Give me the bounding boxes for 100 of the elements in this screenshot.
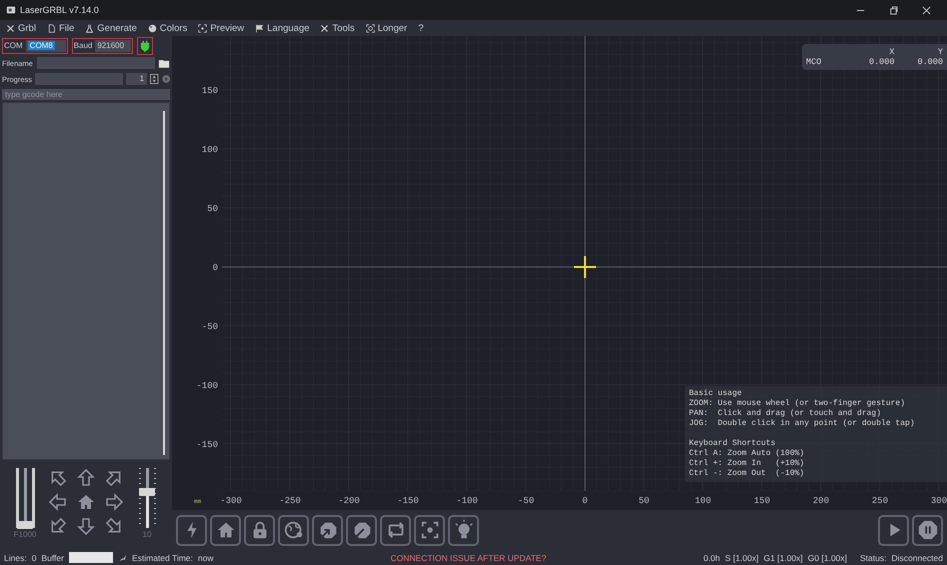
axis-tick-label: -100: [456, 496, 478, 506]
help-text: JOG: Double click in any point (or double tap): [689, 419, 916, 429]
lines-label: Lines:: [4, 552, 27, 562]
speed-override: S [1.00x]: [725, 552, 759, 562]
help-text: PAN: Click and drag (or touch and drag): [689, 409, 882, 419]
axis-tick-label: 200: [812, 496, 830, 506]
home-icon[interactable]: [76, 492, 96, 512]
toolbar-button[interactable]: [244, 514, 275, 546]
time-value: 0.0h: [703, 552, 720, 562]
step-slider-thumb[interactable]: [139, 488, 155, 496]
help-text: Basic usage: [689, 389, 743, 399]
baud-dropdown[interactable]: 921600: [95, 40, 132, 52]
spinner-arrows-icon[interactable]: [150, 74, 159, 84]
scrollbar[interactable]: [163, 111, 165, 455]
help-text: ZOOM: Use mouse wheel (or two-finger gesture): [689, 399, 906, 409]
x-value: 0.000: [868, 57, 894, 67]
axis-tick-label: 100: [202, 145, 218, 155]
jog-arrow-icon[interactable]: [76, 468, 96, 488]
step-size-label: 10: [142, 530, 152, 539]
restore-icon[interactable]: [889, 6, 898, 14]
count-spinner[interactable]: 1: [126, 73, 148, 85]
menu-item[interactable]: Longer: [366, 22, 408, 34]
flag-icon: [255, 24, 264, 32]
axis-tick-label: -50: [518, 496, 534, 506]
crosshair-icon: [573, 255, 597, 279]
pause-button[interactable]: [912, 514, 943, 546]
menu-item[interactable]: File: [46, 22, 74, 34]
g0-override: G0 [1.00x]: [808, 552, 848, 562]
plug-icon[interactable]: [137, 36, 154, 54]
play-icon[interactable]: [162, 74, 170, 84]
axis-tick-label: 50: [638, 496, 650, 506]
toolbar-button[interactable]: [210, 514, 241, 546]
axis-tick-label: 150: [202, 86, 218, 96]
com-label: COM: [4, 41, 23, 50]
axis-tick-label: -150: [397, 496, 419, 506]
estimated-time-value: now: [198, 552, 214, 562]
folder-icon[interactable]: [158, 58, 170, 68]
toolbar-button[interactable]: [380, 514, 411, 546]
axis-tick-label: 0: [582, 496, 588, 506]
app-logo-icon: [6, 5, 16, 15]
y-value: 0.000: [916, 57, 943, 67]
buffer-label: Buffer: [41, 552, 64, 562]
light-bulb-icon: [452, 519, 474, 541]
document-icon: [46, 24, 56, 32]
feed-rate-label: F1000: [14, 530, 36, 539]
update-warning-link[interactable]: CONNECTION ISSUE AFTER UPDATE?: [390, 552, 546, 562]
menu-item[interactable]: Preview: [198, 22, 244, 34]
filename-field[interactable]: [37, 57, 155, 69]
focus-frame-icon: [198, 24, 208, 32]
y-header: Y: [936, 47, 943, 57]
axis-tick-label: 50: [207, 204, 218, 214]
menu-item[interactable]: Colors: [148, 22, 188, 34]
estimated-time-label: Estimated Time:: [132, 552, 193, 562]
lines-count: 0: [32, 552, 36, 562]
toolbar-button[interactable]: [414, 514, 445, 546]
axis-tick-label: -300: [220, 496, 242, 506]
help-text: Ctrl +: Zoom In (+10%): [689, 459, 806, 469]
jog-arrow-icon[interactable]: [48, 492, 68, 512]
jog-arrow-icon[interactable]: [76, 516, 96, 536]
axis-tick-label: -50: [202, 322, 218, 332]
play-button[interactable]: [878, 514, 909, 546]
g1-override: G1 [1.00x]: [764, 552, 803, 562]
help-text: Keyboard Shortcuts: [689, 439, 776, 449]
gcode-input-field[interactable]: type gcode here: [2, 89, 170, 100]
status-label: Status:: [860, 552, 886, 562]
buffer-bar: [68, 552, 113, 563]
toolbar-button[interactable]: [176, 514, 207, 546]
close-icon[interactable]: [922, 6, 931, 14]
jog-arrow-icon[interactable]: [104, 492, 124, 512]
coordinate-label: MCO: [806, 57, 822, 67]
toolbar-button[interactable]: [448, 514, 479, 546]
help-text: Ctrl -: Zoom Out (-10%): [689, 469, 806, 479]
status-value: Disconnected: [891, 552, 943, 562]
axis-tick-label: 0: [212, 263, 218, 273]
menu-item[interactable]: Tools: [320, 22, 355, 34]
menu-item[interactable]: Generate: [85, 22, 137, 34]
menu-item[interactable]: Grbl: [6, 22, 36, 34]
x-header: X: [888, 47, 894, 57]
baud-label: Baud: [74, 41, 92, 50]
window-title: LaserGRBL v7.14.0: [20, 5, 99, 15]
toolbar-button[interactable]: [312, 514, 343, 546]
globe-pin-icon: [282, 519, 304, 541]
axis-tick-label: 100: [694, 496, 712, 506]
axis-tick-label: -250: [279, 496, 301, 506]
target-frame-icon: [366, 24, 375, 32]
axis-tick-label: -100: [196, 381, 218, 391]
feed-slider-thumb[interactable]: [17, 521, 33, 529]
axis-tick-label: 250: [872, 496, 888, 506]
toolbar-button[interactable]: [278, 514, 309, 546]
help-text: Ctrl A: Zoom Auto (100%): [689, 449, 806, 459]
axis-tick-label: -200: [338, 496, 360, 506]
axis-tick-label: 300: [930, 496, 947, 506]
com-dropdown[interactable]: COM8: [26, 40, 66, 52]
toolbar-button[interactable]: [346, 514, 377, 546]
bolt-icon: [118, 552, 127, 562]
menu-item[interactable]: Language: [255, 22, 310, 34]
axis-tick-label: -150: [196, 440, 218, 450]
axis-tick-label: 150: [754, 496, 770, 506]
pause-icon: [916, 519, 938, 541]
menu-item[interactable]: ?: [418, 22, 424, 34]
